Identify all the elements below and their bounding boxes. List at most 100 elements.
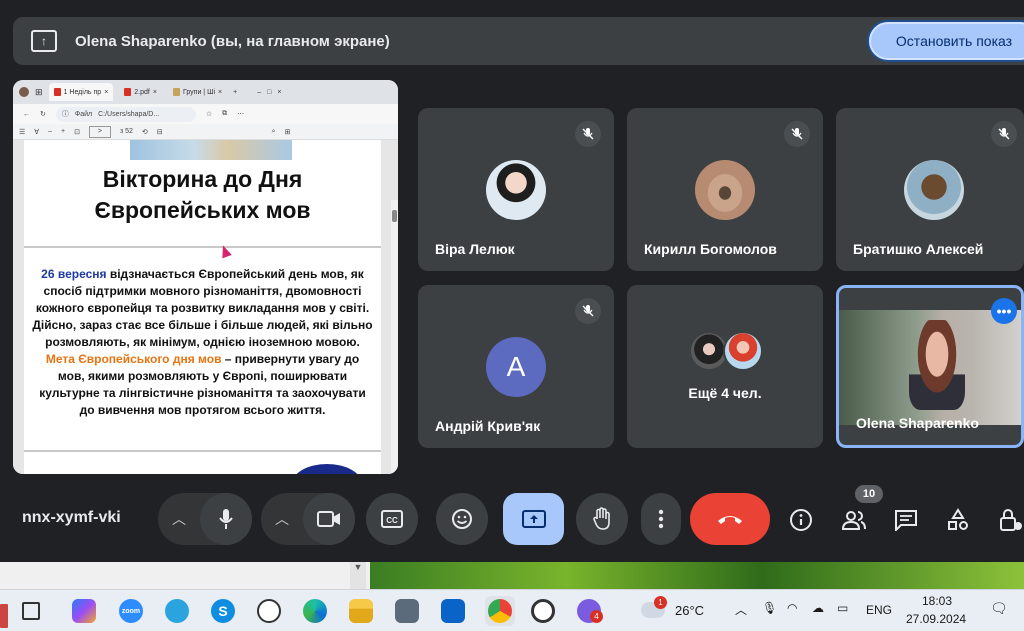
chrome-icon[interactable] bbox=[488, 599, 512, 623]
camera-button[interactable] bbox=[303, 493, 355, 545]
url-field[interactable]: ⓘ Файл C:/Users/shapa/D... bbox=[55, 106, 196, 122]
participant-name: Olena Shaparenko bbox=[856, 415, 979, 431]
pdf-icon bbox=[53, 88, 61, 96]
browser-address-bar: ← ↻ ⓘ Файл C:/Users/shapa/D... ☆ ⧉ ⋯ bbox=[13, 104, 398, 124]
pdf-toolbar: ☰ ∀ – + ⊡ > з 52 ⟲ ⊟ ⌕ ⊞ bbox=[13, 124, 398, 140]
people-button[interactable] bbox=[841, 507, 867, 533]
page-number-input[interactable]: > bbox=[88, 125, 111, 138]
new-tab-icon[interactable]: + bbox=[233, 89, 237, 96]
close-icon[interactable]: × bbox=[218, 89, 222, 96]
participant-tile[interactable]: Кирилл Богомолов bbox=[627, 108, 823, 271]
save-icon[interactable]: ⊞ bbox=[285, 128, 291, 136]
zoom-icon[interactable]: zoom bbox=[119, 599, 143, 623]
more-participants-tile[interactable]: Ещё 4 чел. bbox=[627, 285, 823, 448]
rotate-icon[interactable]: ⟲ bbox=[142, 128, 148, 136]
microphone-button[interactable] bbox=[200, 493, 252, 545]
outlook-icon[interactable] bbox=[441, 599, 465, 623]
camera-control-group: ︿ bbox=[261, 493, 355, 545]
hang-up-icon bbox=[718, 516, 742, 524]
activities-button[interactable] bbox=[945, 507, 971, 533]
more-options-button[interactable] bbox=[641, 493, 681, 545]
browser-tab[interactable]: 2.pdf × bbox=[119, 83, 162, 101]
maximize-icon[interactable]: □ bbox=[267, 89, 271, 96]
notifications-icon[interactable]: 🗨 bbox=[990, 600, 1008, 617]
scroll-down-icon[interactable]: ▼ bbox=[350, 562, 366, 589]
browser-tab-strip: ⊞ 1 Неділь пр × 2.pdf × Групи | Ші × + – □ … bbox=[13, 80, 398, 104]
reactions-button[interactable] bbox=[436, 493, 488, 545]
participant-tile[interactable]: Братишко Алексей bbox=[836, 108, 1024, 271]
telegram-icon[interactable] bbox=[165, 599, 189, 623]
chat-button[interactable] bbox=[893, 507, 919, 533]
chevron-up-icon[interactable]: ︿ bbox=[735, 601, 747, 618]
settings-icon[interactable]: ⋯ bbox=[237, 110, 244, 118]
divider bbox=[24, 246, 381, 248]
meet-window: ↑ Olena Shaparenko (вы, на главном экран… bbox=[0, 0, 1024, 631]
wifi-icon[interactable]: ◠ bbox=[787, 601, 797, 615]
participant-tile[interactable]: Віра Лелюк bbox=[418, 108, 614, 271]
captions-button[interactable]: CC bbox=[366, 493, 418, 545]
more-options-icon[interactable]: ••• bbox=[991, 298, 1017, 324]
viber-badge: 4 bbox=[590, 610, 603, 623]
battery-icon[interactable]: ▭ bbox=[837, 601, 848, 615]
microphone-icon[interactable]: 🎙 bbox=[762, 601, 777, 615]
file-explorer-icon[interactable] bbox=[349, 599, 373, 623]
map-image bbox=[130, 140, 292, 160]
participant-name: Кирилл Богомолов bbox=[644, 241, 777, 257]
fit-icon[interactable]: ⊡ bbox=[74, 128, 80, 136]
search-icon[interactable]: ⌕ bbox=[272, 128, 276, 136]
clock-time[interactable]: 18:03 bbox=[922, 594, 952, 608]
extensions-icon[interactable]: ⧉ bbox=[222, 110, 227, 118]
page-view-icon[interactable]: ⊟ bbox=[157, 128, 163, 136]
avatar bbox=[904, 160, 964, 220]
zoom-out-icon[interactable]: – bbox=[48, 128, 52, 135]
star-icon[interactable]: ☆ bbox=[206, 110, 212, 118]
stop-presenting-button[interactable]: Остановить показ bbox=[869, 22, 1024, 60]
calculator-icon[interactable] bbox=[395, 599, 419, 623]
browser-tab[interactable]: 1 Неділь пр × bbox=[48, 83, 114, 101]
clock-date[interactable]: 27.09.2024 bbox=[906, 612, 966, 626]
activities-icon bbox=[948, 508, 968, 530]
task-view-icon[interactable] bbox=[22, 602, 40, 620]
meeting-details-button[interactable] bbox=[788, 507, 814, 533]
tab-label: 1 Неділь пр bbox=[63, 88, 102, 96]
copilot-icon[interactable] bbox=[72, 599, 96, 623]
presenting-banner: ↑ Olena Shaparenko (вы, на главном экран… bbox=[13, 17, 1024, 65]
participant-tile[interactable]: A Андрій Крив'як bbox=[418, 285, 614, 448]
close-window-icon[interactable]: × bbox=[277, 89, 281, 96]
zoom-in-icon[interactable]: + bbox=[61, 128, 65, 135]
host-controls-button[interactable] bbox=[997, 507, 1024, 533]
leave-call-button[interactable] bbox=[690, 493, 770, 545]
url-text: C:/Users/shapa/D... bbox=[98, 110, 160, 118]
minimize-icon[interactable]: – bbox=[257, 89, 261, 96]
avatar bbox=[723, 331, 763, 371]
close-icon[interactable]: × bbox=[153, 89, 157, 96]
draw-icon[interactable]: ∀ bbox=[34, 128, 39, 136]
self-video-tile[interactable]: ••• Olena Shaparenko bbox=[836, 285, 1024, 448]
scroll-thumb[interactable] bbox=[392, 210, 397, 222]
browser-tab[interactable]: Групи | Ші × bbox=[167, 83, 228, 101]
contents-icon[interactable]: ☰ bbox=[19, 128, 25, 136]
close-icon[interactable]: × bbox=[104, 89, 108, 96]
sync-icon[interactable] bbox=[257, 599, 281, 623]
more-vert-icon bbox=[658, 509, 664, 529]
self-video bbox=[839, 310, 1021, 425]
pdf-page: Вікторина до Дня Європейських мов 26 вер… bbox=[24, 140, 381, 474]
language-indicator[interactable]: ENG bbox=[866, 603, 892, 617]
edge-icon[interactable] bbox=[303, 599, 327, 623]
skype-icon[interactable]: S bbox=[211, 599, 235, 623]
chevron-up-icon[interactable]: ︿ bbox=[172, 509, 186, 529]
reload-icon[interactable]: ↻ bbox=[40, 110, 46, 118]
quiz-title: Вікторина до Дня Європейських мов bbox=[24, 164, 381, 226]
back-icon[interactable]: ← bbox=[23, 111, 30, 118]
app-icon[interactable] bbox=[0, 604, 8, 628]
cloud-icon[interactable]: ☁ bbox=[812, 601, 824, 615]
present-button[interactable] bbox=[503, 493, 564, 545]
pdf-scrollbar[interactable] bbox=[391, 200, 398, 474]
info-icon: ⓘ bbox=[61, 111, 69, 118]
raise-hand-button[interactable] bbox=[576, 493, 628, 545]
pdf-viewer[interactable]: Вікторина до Дня Європейських мов 26 вер… bbox=[13, 140, 398, 474]
person bbox=[909, 320, 965, 410]
media-player-icon[interactable] bbox=[531, 599, 555, 623]
url-prefix: Файл bbox=[74, 110, 93, 118]
chevron-up-icon[interactable]: ︿ bbox=[275, 509, 289, 529]
